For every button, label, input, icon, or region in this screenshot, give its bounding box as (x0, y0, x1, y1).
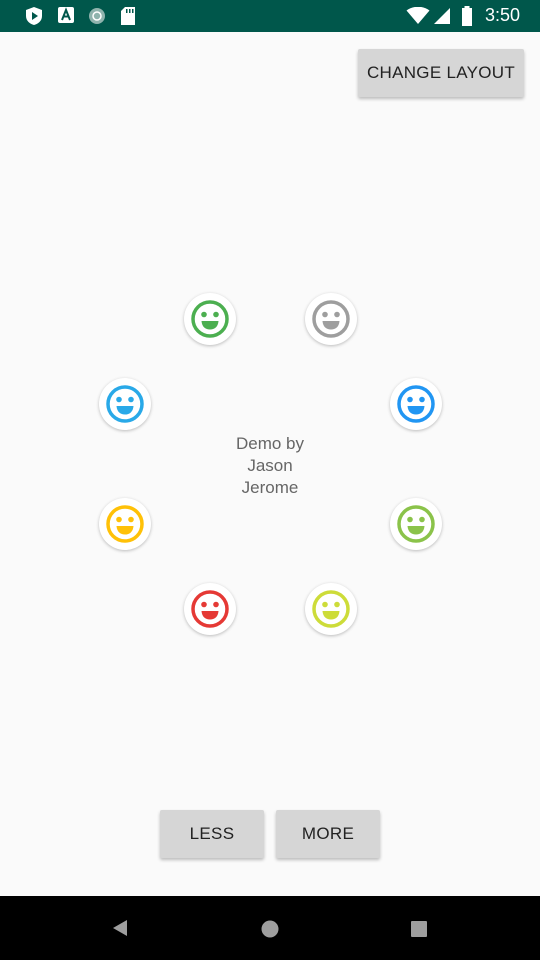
smiley-amber[interactable] (99, 498, 151, 550)
smiley-face-icon (106, 385, 144, 423)
smiley-blue-right[interactable] (390, 378, 442, 430)
smiley-blue-left[interactable] (99, 378, 151, 430)
smiley-light-green[interactable] (390, 498, 442, 550)
recents-icon[interactable] (410, 920, 428, 938)
more-button[interactable]: MORE (276, 810, 380, 858)
smiley-face-icon (397, 505, 435, 543)
status-bar: 3:50 (0, 0, 540, 32)
cell-signal-icon (434, 8, 450, 24)
smiley-gray[interactable] (305, 293, 357, 345)
center-label: Demo by Jason Jerome (220, 433, 320, 499)
sd-card-icon (121, 7, 135, 25)
smiley-face-icon (397, 385, 435, 423)
less-button[interactable]: LESS (160, 810, 264, 858)
smiley-face-icon (312, 590, 350, 628)
play-protect-icon (26, 7, 42, 25)
center-label-line1: Demo by (235, 434, 305, 453)
smiley-lime[interactable] (305, 583, 357, 635)
wifi-icon (406, 7, 430, 24)
home-icon[interactable] (260, 919, 280, 939)
smiley-face-icon (312, 300, 350, 338)
center-label-line2: Jason (247, 456, 293, 475)
smiley-face-icon (191, 300, 229, 338)
smiley-green[interactable] (184, 293, 236, 345)
center-label-line3: Jerome (241, 478, 299, 497)
battery-icon (462, 6, 472, 26)
back-icon[interactable] (110, 917, 130, 939)
smiley-face-icon (191, 590, 229, 628)
smiley-red[interactable] (184, 583, 236, 635)
navigation-bar (0, 896, 540, 960)
clock-time: 3:50 (484, 5, 520, 25)
sync-circle-icon (89, 8, 105, 24)
app-a-icon (58, 7, 74, 23)
smiley-face-icon (106, 505, 144, 543)
change-layout-button[interactable]: CHANGE LAYOUT (358, 49, 524, 97)
